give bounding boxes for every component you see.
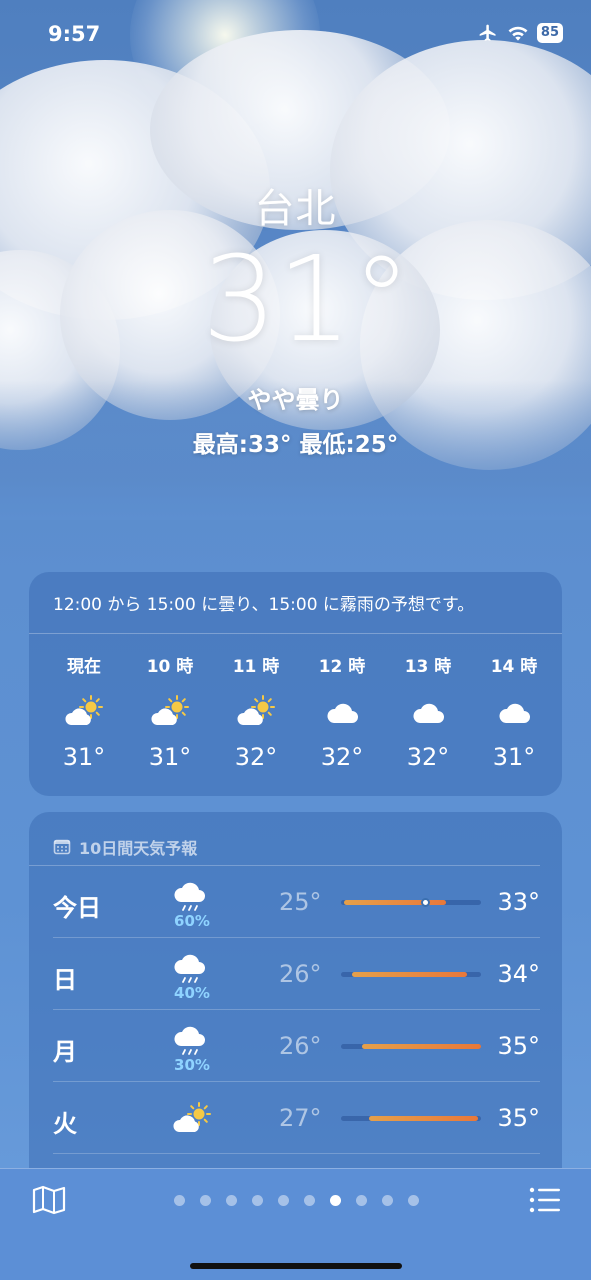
daily-row[interactable]: 月 30% 26° 35°	[53, 1010, 540, 1082]
low-temperature: 25°	[279, 888, 322, 916]
low-temperature: 27°	[279, 1104, 322, 1132]
daily-list[interactable]: 今日 60% 25° 33° 日 40% 26° 34° 月 30% 26° 35° 火 27° 35°	[29, 866, 562, 1154]
hour-item: 11 時 32°	[213, 634, 299, 771]
temperature-range-fill	[362, 1044, 481, 1049]
hour-label: 13 時	[404, 657, 452, 677]
hour-item: 14 時 31°	[471, 634, 557, 771]
home-indicator[interactable]	[190, 1263, 402, 1269]
low-temperature: 26°	[279, 1032, 322, 1060]
map-icon	[32, 1185, 66, 1215]
high-temperature: 34°	[497, 960, 540, 988]
daily-row[interactable]: 今日 60% 25° 33°	[53, 866, 540, 938]
hourly-list[interactable]: 現在 31° 10 時 31° 11 時 32° 12 時 32° 13 時 32° 14 時 31°	[29, 634, 562, 771]
day-label: 日	[53, 966, 77, 994]
bottom-toolbar	[0, 1168, 591, 1280]
low-temperature: 26°	[279, 960, 322, 988]
hour-label: 14 時	[490, 657, 538, 677]
status-icons: 85	[477, 23, 563, 43]
page-dot[interactable]	[356, 1195, 367, 1206]
page-dot[interactable]	[278, 1195, 289, 1206]
partly-sunny-icon	[171, 1100, 211, 1140]
hour-label: 11 時	[232, 657, 280, 677]
cloud-icon	[471, 691, 557, 735]
daily-forecast-header: 10日間天気予報	[29, 812, 540, 866]
temperature-range-bar	[341, 972, 481, 977]
hour-temperature: 31°	[62, 743, 106, 771]
day-label: 月	[53, 1038, 77, 1066]
current-temperature: 31°	[201, 230, 412, 368]
status-bar: 9:57 85	[0, 22, 591, 52]
hour-temperature: 31°	[148, 743, 192, 771]
high-low-text: 最高:33° 最低:25°	[192, 432, 399, 458]
daily-row[interactable]: 日 40% 26° 34°	[53, 938, 540, 1010]
temperature-range-fill	[343, 900, 446, 905]
page-indicator[interactable]	[174, 1195, 419, 1206]
list-icon	[529, 1187, 560, 1213]
hour-temperature: 32°	[320, 743, 364, 771]
hour-label: 12 時	[318, 657, 366, 677]
hour-temperature: 32°	[234, 743, 278, 771]
temperature-range-fill	[352, 972, 467, 977]
airplane-icon	[479, 24, 496, 41]
precip-chance: 30%	[174, 1056, 210, 1074]
high-temperature: 35°	[497, 1032, 540, 1060]
cloud-icon	[385, 691, 471, 735]
cloud-icon	[299, 691, 385, 735]
city-name: 台北	[254, 186, 337, 232]
partly-sunny-icon	[213, 691, 299, 735]
page-dot[interactable]	[200, 1195, 211, 1206]
page-dot[interactable]	[252, 1195, 263, 1206]
hourly-forecast-card[interactable]: 12:00 から 15:00 に曇り、15:00 に霧雨の予想です。 現在 31°…	[29, 572, 562, 796]
page-dot[interactable]	[304, 1195, 315, 1206]
page-dot[interactable]	[408, 1195, 419, 1206]
high-temperature: 35°	[497, 1104, 540, 1132]
high-temperature: 33°	[497, 888, 540, 916]
page-dot[interactable]	[330, 1195, 341, 1206]
wifi-icon	[508, 26, 528, 41]
current-weather: 台北 31° やや曇り 最高:33° 最低:25°	[0, 176, 591, 459]
hour-temperature: 32°	[406, 743, 450, 771]
hourly-summary: 12:00 から 15:00 に曇り、15:00 に霧雨の予想です。	[29, 572, 562, 634]
precip-chance: 60%	[174, 912, 210, 930]
hour-item: 12 時 32°	[299, 634, 385, 771]
temperature-range-bar	[341, 1044, 481, 1049]
city-list-button[interactable]	[529, 1187, 561, 1217]
current-temperature-marker	[420, 898, 430, 907]
map-button[interactable]	[32, 1185, 66, 1219]
temperature-range-bar	[341, 898, 481, 907]
temperature-range-fill	[369, 1116, 479, 1121]
battery-level: 85	[536, 23, 563, 43]
hour-temperature: 31°	[492, 743, 536, 771]
temperature-range-bar	[341, 1116, 481, 1121]
hour-label: 現在	[67, 657, 101, 677]
partly-sunny-icon	[41, 691, 127, 735]
daily-forecast-title: 10日間天気予報	[79, 838, 198, 858]
partly-sunny-icon	[127, 691, 213, 735]
calendar-icon	[53, 839, 71, 854]
page-dot[interactable]	[174, 1195, 185, 1206]
precip-chance: 40%	[174, 984, 210, 1002]
hour-item: 10 時 31°	[127, 634, 213, 771]
hour-label: 10 時	[146, 657, 194, 677]
day-label: 今日	[53, 894, 101, 922]
daily-row[interactable]: 火 27° 35°	[53, 1082, 540, 1154]
condition-text: やや曇り	[247, 386, 344, 414]
page-dot[interactable]	[382, 1195, 393, 1206]
day-label: 火	[53, 1110, 77, 1138]
page-dot[interactable]	[226, 1195, 237, 1206]
status-time: 9:57	[48, 22, 101, 46]
hour-item: 13 時 32°	[385, 634, 471, 771]
hour-item: 現在 31°	[41, 634, 127, 771]
